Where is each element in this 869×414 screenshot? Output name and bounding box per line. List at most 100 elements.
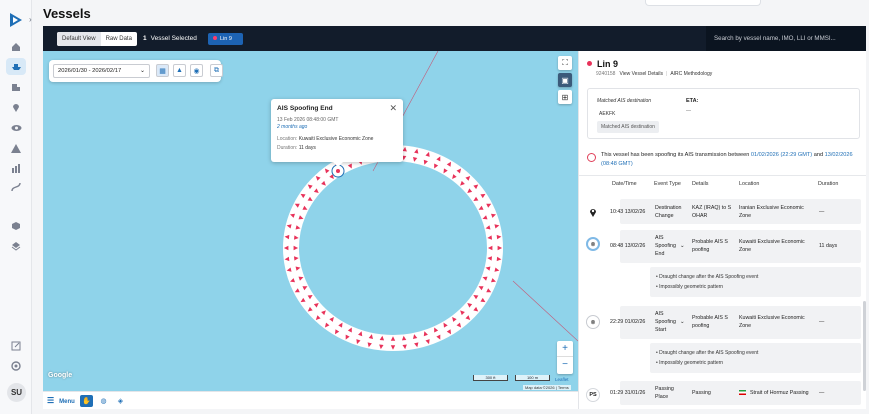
alert-start-link[interactable]: 01/02/2026 (22:29 GMT) (751, 152, 812, 158)
location-pin-icon[interactable] (8, 100, 24, 114)
view-vessel-details-link[interactable]: View Vessel Details (619, 71, 663, 77)
popup-title: AIS Spoofing End (277, 105, 333, 112)
fullscreen-icon[interactable]: ⛶ (558, 56, 572, 70)
chevron-down-icon: ⌄ (139, 68, 145, 74)
raw-data-button[interactable]: Raw Data (101, 32, 137, 46)
target-icon[interactable]: ◉ (190, 64, 203, 77)
globe-icon[interactable]: ◍ (97, 395, 110, 407)
calendar-icon[interactable]: ▦ (156, 64, 169, 77)
default-view-button[interactable]: Default View (57, 32, 101, 46)
selected-count: 1 Vessel Selected (143, 35, 197, 42)
iran-flag-icon (739, 390, 746, 395)
satellite-layer-icon[interactable]: ▣ (558, 73, 572, 87)
vessel-subline: 9240158 View Vessel Details | AIRC Methodol… (596, 71, 712, 77)
event-time: 22:29 01/02/26 (610, 319, 646, 325)
event-notes: • Draught change after the AIS Spoofing … (650, 343, 861, 373)
chevron-down-icon[interactable]: ⌄ (680, 318, 684, 326)
leaflet-attribution[interactable]: Leaflet (555, 377, 569, 382)
layers-icon[interactable] (8, 239, 24, 253)
vessel-chip-label: Lin 9 (220, 36, 232, 42)
route-icon[interactable] (8, 180, 24, 194)
event-note: • Draught change after the AIS Spoofing … (656, 274, 759, 280)
menu-button[interactable]: ☰ Menu (47, 396, 75, 405)
spoofing-alert-text: This vessel has been spoofing its AIS tr… (587, 151, 863, 169)
event-note: • Impossibly geometric pattern (656, 360, 724, 366)
popup-location: Location: Kuwaiti Exclusive Economic Zon… (277, 136, 397, 142)
collapse-icon[interactable]: › (29, 15, 32, 24)
export-icon[interactable] (8, 339, 24, 353)
ship-icon[interactable] (6, 58, 26, 75)
terms-link[interactable]: Terms (558, 385, 569, 390)
building-icon[interactable] (8, 80, 24, 94)
vessel-chip[interactable]: Lin 9 (208, 33, 243, 45)
scrollbar[interactable] (863, 301, 866, 391)
event-location: Iranian Exclusive Economic Zone (739, 205, 804, 219)
event-note: • Draught change after the AIS Spoofing … (656, 350, 759, 356)
event-row[interactable]: 01:29 31/01/26 Passing Place Passing Str… (610, 381, 861, 405)
popup-location-label: Location: (277, 136, 298, 142)
home-icon[interactable] (8, 40, 24, 54)
event-duration: — (819, 209, 825, 215)
google-logo: Google (48, 372, 73, 379)
track-line-east (512, 280, 578, 342)
view-toggle: Default View Raw Data (57, 32, 137, 46)
eye-icon[interactable] (8, 121, 24, 135)
zoom-in-button[interactable]: + (557, 341, 573, 357)
layers-toggle-icon[interactable]: ◈ (114, 395, 127, 407)
copy-icon[interactable]: ⧉ (210, 64, 223, 77)
logo-icon[interactable] (9, 12, 23, 28)
page-title: Vessels (43, 6, 91, 21)
column-header-duration: Duration (818, 181, 839, 187)
event-type: AIS Spoofing End (655, 235, 676, 257)
methodology-link[interactable]: AIRC Methodology (670, 71, 712, 77)
spoofing-alert: This vessel has been spoofing its AIS tr… (587, 151, 863, 169)
event-note-text: Impossibly geometric pattern (659, 360, 724, 366)
date-range-select[interactable]: 2026/01/30 - 2026/02/17 ⌄ (53, 64, 150, 78)
chart-icon[interactable] (8, 161, 24, 175)
event-row[interactable]: 22:29 01/02/26 AIS Spoofing Start ⌄ Prob… (610, 306, 861, 339)
alert-and: and (813, 152, 824, 158)
hamburger-icon: ☰ (47, 396, 55, 405)
chevron-down-icon[interactable]: ⌄ (680, 242, 684, 250)
avatar[interactable]: SU (7, 383, 26, 402)
menu-label: Menu (59, 399, 75, 405)
event-row-selected[interactable]: 08:48 13/02/26 AIS Spoofing End ⌄ Probab… (610, 230, 861, 263)
column-header-event-type: Event Type (654, 181, 681, 187)
alert-icon[interactable] (8, 141, 24, 155)
event-row[interactable]: 10:43 13/02/26 Destination Change KAZ (I… (610, 199, 861, 224)
scale-bar-ft: 300 ft (473, 375, 508, 381)
event-location: Kuwaiti Exclusive Economic Zone (739, 239, 805, 253)
vessel-name-text: Lin 9 (597, 59, 619, 69)
event-details: Probable AIS S poofing (692, 315, 728, 329)
zoom-out-button[interactable]: − (557, 357, 573, 373)
event-duration: 11 days (819, 243, 838, 249)
triangle-filter-icon[interactable]: ▲ (173, 64, 186, 77)
layer-toggle-icon[interactable]: ⊞ (558, 90, 572, 104)
settings-icon[interactable] (8, 359, 24, 373)
alert-prefix: This vessel has been spoofing its AIS tr… (601, 152, 750, 158)
hand-tool-icon[interactable]: ✋ (80, 395, 93, 407)
event-type: Destination Change (655, 205, 682, 219)
selected-count-number: 1 (143, 35, 147, 42)
event-note-text: Draught change after the AIS Spoofing ev… (659, 274, 759, 280)
ps-badge: PS (586, 388, 600, 402)
map-view[interactable]: 2026/01/30 - 2026/02/17 ⌄ ▦ ▲ ◉ ⧉ ⛶ ▣ ⊞ A… (43, 51, 578, 391)
map-attribution[interactable]: Map data ©2026 | Terms (523, 385, 571, 390)
selected-count-label: Vessel Selected (150, 35, 197, 42)
event-notes: • Draught change after the AIS Spoofing … (650, 267, 861, 297)
event-duration: — (819, 390, 825, 396)
cube-icon[interactable] (8, 219, 24, 233)
event-note: • Impossibly geometric pattern (656, 284, 724, 290)
close-icon[interactable]: ✕ (389, 103, 397, 114)
popup-location-value: Kuwaiti Exclusive Economic Zone (298, 136, 374, 142)
popup-datetime: 13 Feb 2026 08:48:00 GMT (277, 117, 339, 123)
popup-duration-value: 11 days (298, 145, 316, 151)
event-time: 10:43 13/02/26 (610, 209, 646, 215)
event-note-text: Draught change after the AIS Spoofing ev… (659, 350, 759, 356)
map-footer: ☰ Menu ✋ ◍ ◈ (43, 391, 578, 409)
vessel-search-input[interactable]: Search by vessel name, IMO, LLI or MMSI.… (706, 26, 866, 51)
vessel-dot-icon (213, 36, 217, 40)
destination-card: Matched AIS destination AEKFK Matched AI… (587, 88, 860, 139)
popup-duration-label: Duration: (277, 145, 298, 151)
spoofing-alert-icon (587, 153, 596, 162)
